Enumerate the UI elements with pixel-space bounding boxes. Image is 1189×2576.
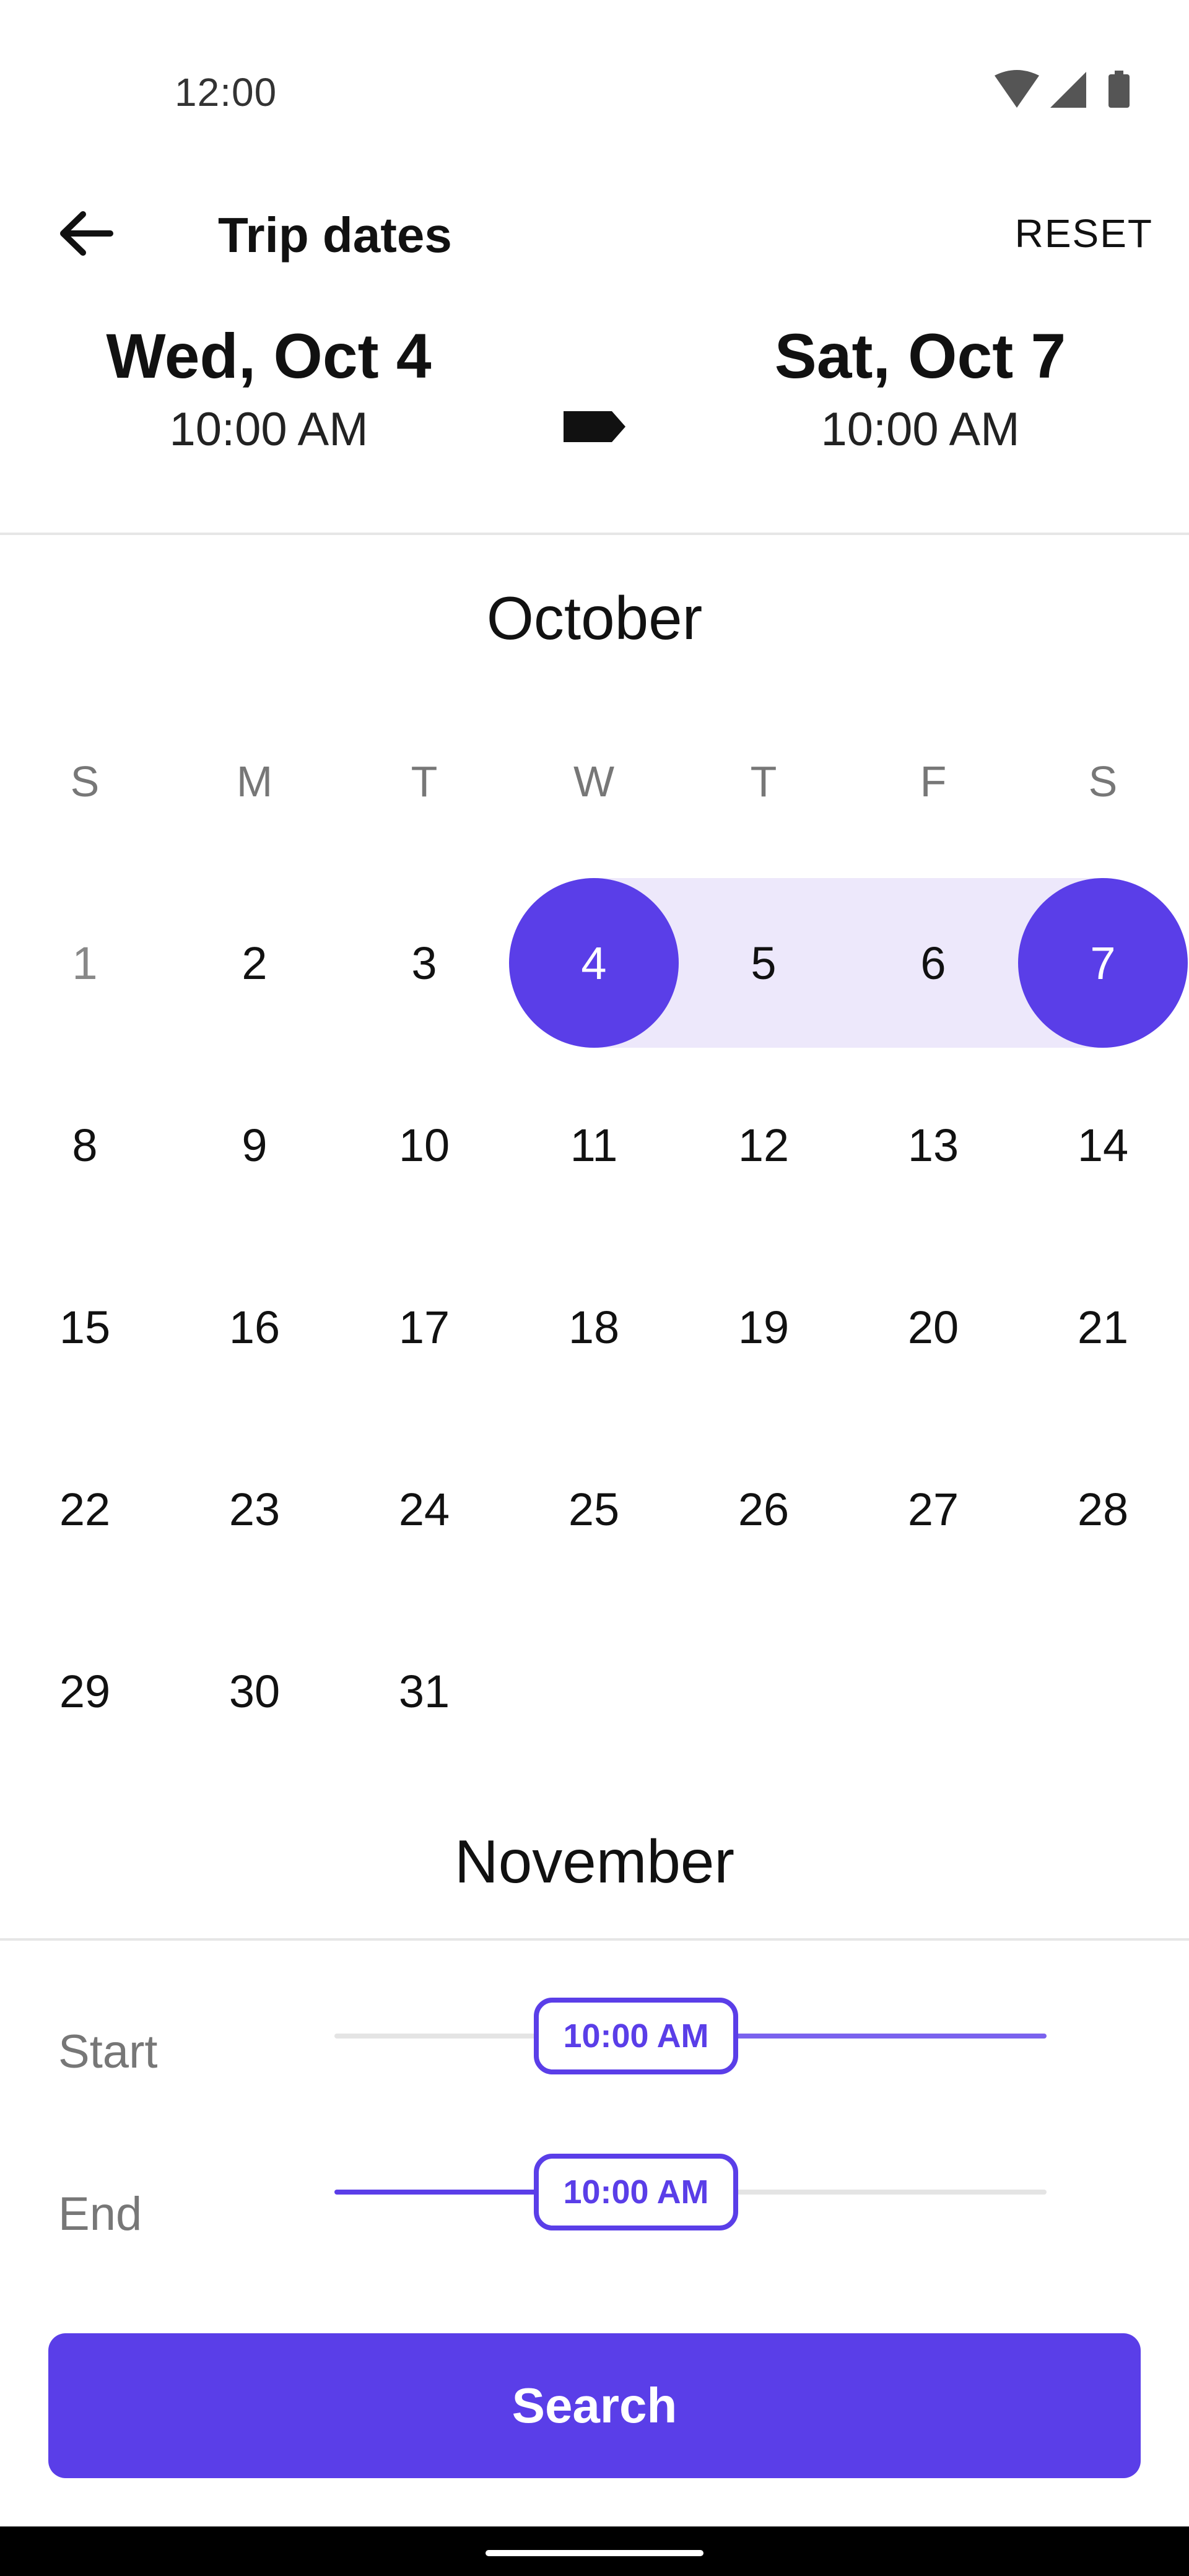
status-time: 12:00: [175, 70, 277, 115]
day-cell[interactable]: 10: [339, 1060, 509, 1230]
arrow-tag-icon: [561, 411, 628, 445]
weekday-label: F: [920, 757, 947, 806]
page-title: Trip dates: [218, 207, 452, 263]
day-cell[interactable]: 11: [509, 1060, 679, 1230]
end-summary[interactable]: Sat, Oct 7 10:00 AM: [685, 324, 1156, 453]
end-date: Sat, Oct 7: [774, 321, 1066, 391]
day-cell[interactable]: 27: [848, 1424, 1018, 1594]
reset-button[interactable]: RESET: [1015, 211, 1153, 256]
weekday-label: T: [750, 757, 777, 806]
day-cell[interactable]: 8: [0, 1060, 170, 1230]
day-cell[interactable]: 25: [509, 1424, 679, 1594]
day-cell[interactable]: 20: [848, 1242, 1018, 1412]
day-cell[interactable]: 31: [339, 1606, 509, 1776]
day-cell-in-range[interactable]: 6: [848, 878, 1018, 1048]
day-cell-selected-start[interactable]: 4: [509, 878, 679, 1048]
day-cell[interactable]: 16: [170, 1242, 339, 1412]
start-slider-fill: [731, 2034, 1047, 2039]
day-number: 7: [1090, 937, 1116, 989]
start-slider-track: [334, 2034, 545, 2039]
end-slider-track: [731, 2190, 1047, 2195]
start-time-slider-thumb[interactable]: 10:00 AM: [534, 1998, 738, 2074]
search-button[interactable]: Search: [48, 2333, 1141, 2478]
wifi-icon: [995, 70, 1039, 108]
weekday-label: S: [70, 757, 100, 806]
day-cell[interactable]: 22: [0, 1424, 170, 1594]
day-cell[interactable]: 26: [679, 1424, 848, 1594]
month-title: October: [486, 584, 703, 652]
day-cell[interactable]: 23: [170, 1424, 339, 1594]
back-button[interactable]: [52, 199, 120, 268]
end-time: 10:00 AM: [821, 403, 1020, 456]
weekday-label: M: [236, 757, 273, 806]
day-cell[interactable]: 28: [1018, 1424, 1188, 1594]
day-cell[interactable]: 15: [0, 1242, 170, 1412]
day-cell[interactable]: 1: [0, 878, 170, 1048]
day-cell[interactable]: 9: [170, 1060, 339, 1230]
end-time-label: End: [58, 2188, 142, 2240]
day-number: 4: [581, 937, 607, 989]
cellular-icon: [1050, 72, 1086, 108]
end-slider-fill: [334, 2190, 545, 2195]
day-cell[interactable]: 14: [1018, 1060, 1188, 1230]
start-date: Wed, Oct 4: [106, 321, 432, 391]
day-cell[interactable]: 21: [1018, 1242, 1188, 1412]
day-cell[interactable]: 19: [679, 1242, 848, 1412]
weekday-label: T: [411, 757, 438, 806]
day-cell[interactable]: 3: [339, 878, 509, 1048]
start-time: 10:00 AM: [169, 403, 368, 456]
day-cell[interactable]: 29: [0, 1606, 170, 1776]
day-cell[interactable]: 13: [848, 1060, 1018, 1230]
home-gesture-handle[interactable]: [486, 2550, 703, 2556]
day-cell[interactable]: 18: [509, 1242, 679, 1412]
arrow-back-icon: [60, 211, 113, 256]
start-time-label: Start: [58, 2026, 158, 2078]
panel-divider: [0, 1938, 1189, 1941]
day-cell-in-range[interactable]: 5: [679, 878, 848, 1048]
day-cell[interactable]: 30: [170, 1606, 339, 1776]
day-cell-selected-end[interactable]: 7: [1018, 878, 1188, 1048]
day-cell[interactable]: 12: [679, 1060, 848, 1230]
battery-icon: [1108, 74, 1130, 108]
status-icons: [993, 69, 1136, 114]
next-month-title: November: [454, 1827, 735, 1895]
day-cell[interactable]: 24: [339, 1424, 509, 1594]
day-cell[interactable]: 17: [339, 1242, 509, 1412]
divider: [0, 533, 1189, 535]
weekday-label: S: [1088, 757, 1118, 806]
day-cell[interactable]: 2: [170, 878, 339, 1048]
start-summary[interactable]: Wed, Oct 4 10:00 AM: [33, 324, 504, 453]
end-time-slider-thumb[interactable]: 10:00 AM: [534, 2154, 738, 2230]
weekday-label: W: [573, 757, 615, 806]
